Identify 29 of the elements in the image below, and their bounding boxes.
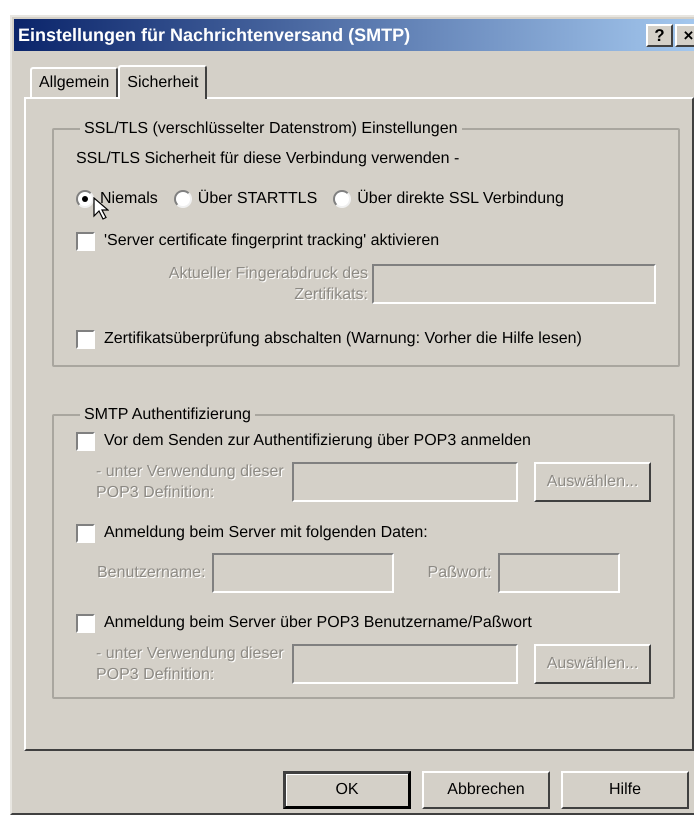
checkbox-label: Anmeldung beim Server über POP3 Benutzername/Paßwort	[104, 613, 532, 633]
radio-label: Niemals	[100, 189, 158, 209]
group-title: SSL/TLS (verschlüsselter Datenstrom) Einstellungen	[83, 119, 458, 139]
radio-label: Über STARTTLS	[198, 188, 318, 209]
checkbox-label: Zertifikatsüberprüfung abschalten (Warnung: Vorher die Hilfe lesen)	[104, 329, 582, 349]
field-label: Paßwort:	[428, 563, 492, 583]
field-label: Aktueller Fingerabdruck des Zertifikats:	[168, 264, 368, 305]
dialog-button[interactable]: OK	[283, 771, 411, 809]
group-title: SMTP Authentifizierung	[83, 405, 252, 425]
window-title: Einstellungen für Nachrichtenversand (SMTP)	[18, 24, 410, 47]
field-label: - unter Verwendung dieser POP3 Definition:	[96, 644, 285, 685]
radio-button[interactable]	[333, 190, 352, 208]
dialog-button[interactable]: Abbrechen	[422, 771, 550, 809]
dialog-button[interactable]: Hilfe	[561, 771, 689, 809]
radio-label: Über direkte SSL Verbindung	[357, 188, 564, 209]
prompt-text: SSL/TLS Sicherheit für diese Verbindung verwenden -	[76, 149, 460, 169]
field-label: Benutzername:	[97, 563, 206, 583]
close-button[interactable]: ×	[675, 24, 694, 46]
tab[interactable]: Allgemein	[30, 67, 118, 97]
field-label: - unter Verwendung dieser POP3 Definition:	[96, 462, 285, 503]
tab[interactable]: Sicherheit	[118, 65, 208, 99]
help-button[interactable]: ?	[646, 24, 673, 46]
checkbox[interactable]	[76, 330, 95, 348]
checkbox-label: Vor dem Senden zur Authentifizierung über POP3 anmelden	[104, 431, 531, 451]
checkbox-label: 'Server certificate fingerprint tracking' aktivieren	[104, 231, 440, 251]
radio-button[interactable]	[174, 190, 192, 208]
checkbox-label: Anmeldung beim Server mit folgenden Daten:	[104, 523, 428, 543]
radio-button[interactable]	[76, 190, 94, 208]
checkbox[interactable]	[76, 232, 95, 250]
